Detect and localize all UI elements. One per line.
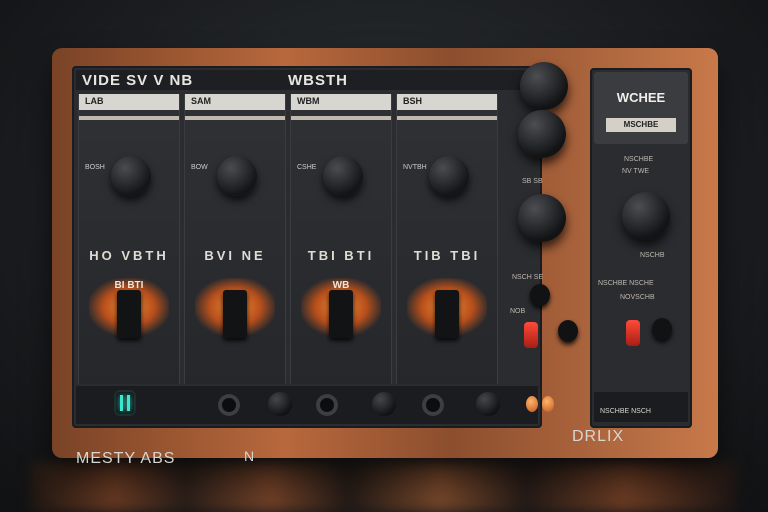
power-led-icon	[116, 392, 134, 414]
master-knob[interactable]	[520, 62, 568, 110]
knob-label: BOW	[191, 164, 208, 171]
gain-knob[interactable]	[111, 156, 151, 196]
channel-divider	[291, 116, 391, 120]
side-label: NSCHBE NSCHE	[598, 280, 654, 287]
trim-knob[interactable]	[268, 392, 292, 416]
input-jack[interactable]	[316, 394, 338, 416]
mute-button[interactable]	[558, 320, 578, 342]
fader-handle[interactable]	[223, 290, 247, 338]
fader-handle[interactable]	[435, 290, 459, 338]
record-button[interactable]	[524, 322, 538, 348]
header-title-left: VIDE SV V NB	[82, 72, 194, 89]
channel-strip: LAB BOSH HO VBTH BI BTI	[78, 94, 180, 384]
channel-readout: TIB TBI	[413, 248, 481, 263]
channel-readout: HO VBTH	[89, 248, 169, 263]
side-label: NSCHB	[640, 252, 665, 259]
input-jack[interactable]	[422, 394, 444, 416]
side-panel-title: WCHEE	[616, 90, 666, 105]
column-label: NSCH SE	[512, 274, 544, 281]
surface-reflection	[30, 462, 738, 512]
indicator-lamps-icon	[526, 396, 554, 412]
side-label: NV TWE	[622, 168, 650, 175]
brand-label: MESTY ABS	[76, 450, 176, 467]
audio-mixer-device: VIDE SV V NB WBSTH LAB BOSH HO VBTH BI B…	[52, 48, 718, 467]
column-label: SB SB	[522, 178, 543, 185]
channel-strip: BSH NVTBH TIB TBI	[396, 94, 498, 384]
channel-label-strip: WBM	[291, 94, 391, 110]
knob-label: CSHE	[297, 164, 317, 171]
side-label: NOVSCHB	[620, 294, 655, 301]
io-strip	[76, 386, 538, 424]
channel-strip: SAM BOW BVI NE	[184, 94, 286, 384]
channel-label-strip: LAB	[79, 94, 179, 110]
channel-divider	[185, 116, 285, 120]
footer-mid-label: N	[244, 448, 255, 464]
center-control-column: SB SB NSCH SE NOB	[492, 62, 588, 428]
select-button[interactable]	[530, 284, 550, 306]
channel-label-strip: BSH	[397, 94, 497, 110]
header-title-right: WBSTH	[288, 72, 348, 89]
gain-knob[interactable]	[323, 156, 363, 196]
header-bar: VIDE SV V NB WBSTH	[76, 70, 538, 90]
channel-readout: TBI BTI	[307, 248, 375, 263]
side-panel: WCHEE MSCHBE NSCHBE NV TWE NSCHB NSCHBE …	[590, 68, 692, 428]
gain-knob[interactable]	[217, 156, 257, 196]
channel-divider	[79, 116, 179, 120]
fader-handle[interactable]	[117, 290, 141, 338]
knob-label: BOSH	[85, 164, 105, 171]
trim-knob[interactable]	[372, 392, 396, 416]
side-panel-footer: NSCHBE NSCH	[594, 392, 688, 422]
master-knob[interactable]	[518, 110, 566, 158]
master-knob[interactable]	[518, 194, 566, 242]
mute-button[interactable]	[652, 318, 672, 340]
fader-handle[interactable]	[329, 290, 353, 338]
side-label: NSCHBE	[624, 156, 654, 163]
knob-label: NVTBH	[403, 164, 427, 171]
channel-label-strip: SAM	[185, 94, 285, 110]
gain-knob[interactable]	[429, 156, 469, 196]
channel-strip: WBM CSHE TBI BTI WB	[290, 94, 392, 384]
side-footer-label: NSCHBE NSCH	[600, 408, 651, 415]
footer-right-label: DRLIX	[572, 428, 625, 445]
record-button[interactable]	[626, 320, 640, 346]
channel-faceplate: VIDE SV V NB WBSTH LAB BOSH HO VBTH BI B…	[72, 66, 542, 467]
input-jack[interactable]	[218, 394, 240, 416]
channel-divider	[397, 116, 497, 120]
side-panel-header: WCHEE MSCHBE	[594, 72, 688, 144]
channel-readout: BVI NE	[204, 248, 266, 263]
side-panel-subtitle: MSCHBE	[606, 118, 676, 132]
column-label: NOB	[510, 308, 526, 315]
output-knob[interactable]	[622, 192, 670, 240]
